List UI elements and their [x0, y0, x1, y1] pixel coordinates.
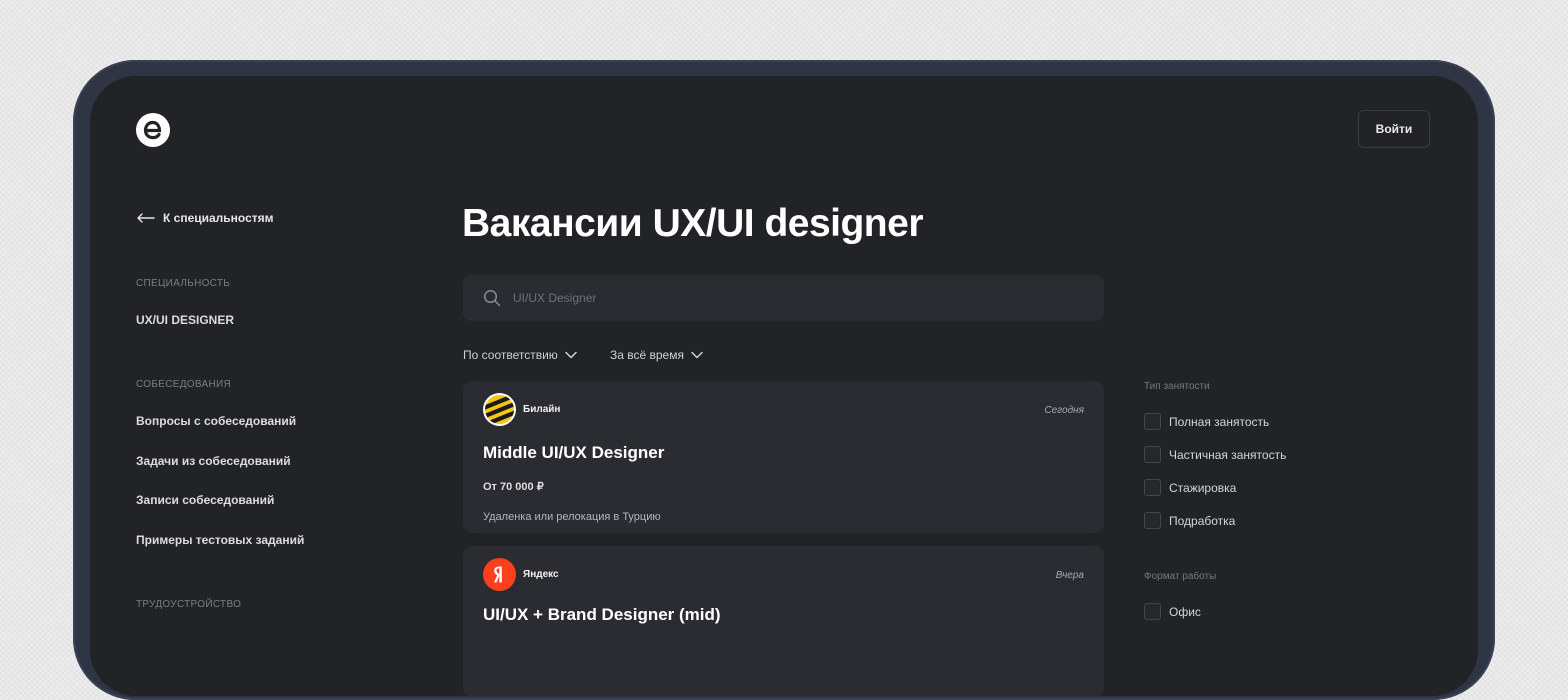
- sort-relevance-label: По соответствию: [463, 348, 558, 362]
- search-icon: [483, 289, 501, 307]
- sidebar-section-title-interviews: СОБЕСЕДОВАНИЯ: [136, 379, 231, 390]
- job-title[interactable]: Middle UI/UX Designer: [483, 443, 664, 463]
- checkbox-icon[interactable]: [1144, 512, 1161, 529]
- search-bar[interactable]: [463, 275, 1104, 321]
- filter-part-time-checkbox[interactable]: Частичная занятость: [1144, 446, 1286, 463]
- checkbox-label: Стажировка: [1169, 480, 1237, 495]
- chevron-down-icon: [565, 351, 577, 359]
- company-name: Яндекс: [523, 569, 559, 580]
- sidebar-item-test-task-examples[interactable]: Примеры тестовых заданий: [136, 533, 304, 547]
- checkbox-label: Офис: [1169, 604, 1201, 619]
- filter-internship-checkbox[interactable]: Стажировка: [1144, 479, 1236, 496]
- checkbox-icon[interactable]: [1144, 446, 1161, 463]
- vacancy-card[interactable]: Билайн Сегодня Middle UI/UX Designer От …: [463, 381, 1104, 533]
- app-screen: Войти К специальностям СПЕЦИАЛЬНОСТЬ UX/…: [90, 76, 1478, 696]
- filter-office-checkbox[interactable]: Офис: [1144, 603, 1201, 620]
- checkbox-icon[interactable]: [1144, 413, 1161, 430]
- sidebar-item-interview-tasks[interactable]: Задачи из собеседований: [136, 454, 291, 468]
- filter-title-employment-type: Тип занятости: [1144, 381, 1210, 392]
- sidebar-item-ux-ui-designer[interactable]: UX/UI DESIGNER: [136, 313, 234, 327]
- back-link-label: К специальностям: [163, 211, 274, 225]
- chevron-down-icon: [691, 351, 703, 359]
- search-input[interactable]: [511, 290, 1075, 306]
- checkbox-icon[interactable]: [1144, 479, 1161, 496]
- posted-date: Сегодня: [1044, 405, 1084, 416]
- sidebar-section-title-specialty: СПЕЦИАЛЬНОСТЬ: [136, 278, 231, 289]
- yandex-logo-icon: [483, 558, 516, 591]
- checkbox-icon[interactable]: [1144, 603, 1161, 620]
- posted-date: Вчера: [1055, 570, 1084, 581]
- checkbox-label: Подработка: [1169, 513, 1236, 528]
- login-button[interactable]: Войти: [1358, 110, 1430, 148]
- sidebar-item-interview-recordings[interactable]: Записи собеседований: [136, 493, 274, 507]
- company-name: Билайн: [523, 404, 561, 415]
- arrow-left-icon: [137, 213, 155, 223]
- sort-period-dropdown[interactable]: За всё время: [610, 348, 703, 362]
- sidebar-section-title-employment: ТРУДОУСТРОЙСТВО: [136, 599, 242, 610]
- salary: От 70 000 ₽: [483, 481, 544, 493]
- job-title[interactable]: UI/UX + Brand Designer (mid): [483, 605, 721, 625]
- checkbox-label: Частичная занятость: [1169, 447, 1287, 462]
- filter-side-job-checkbox[interactable]: Подработка: [1144, 512, 1235, 529]
- page-title: Вакансии UX/UI designer: [462, 202, 924, 245]
- company-info: Билайн: [483, 393, 560, 426]
- back-to-specialties-link[interactable]: К специальностям: [136, 211, 274, 225]
- filter-full-time-checkbox[interactable]: Полная занятость: [1144, 413, 1269, 430]
- vacancy-card[interactable]: Яндекс Вчера UI/UX + Brand Designer (mid…: [463, 546, 1104, 696]
- site-logo-icon[interactable]: [136, 113, 170, 147]
- filter-title-work-format: Формат работы: [1144, 571, 1217, 582]
- company-info: Яндекс: [483, 558, 559, 591]
- sidebar-item-interview-questions[interactable]: Вопросы с собеседований: [136, 414, 296, 428]
- beeline-logo-icon: [483, 393, 516, 426]
- job-location: Удаленка или релокация в Турцию: [483, 511, 661, 523]
- sort-relevance-dropdown[interactable]: По соответствию: [463, 348, 577, 362]
- sort-period-label: За всё время: [610, 348, 684, 362]
- checkbox-label: Полная занятость: [1169, 414, 1270, 429]
